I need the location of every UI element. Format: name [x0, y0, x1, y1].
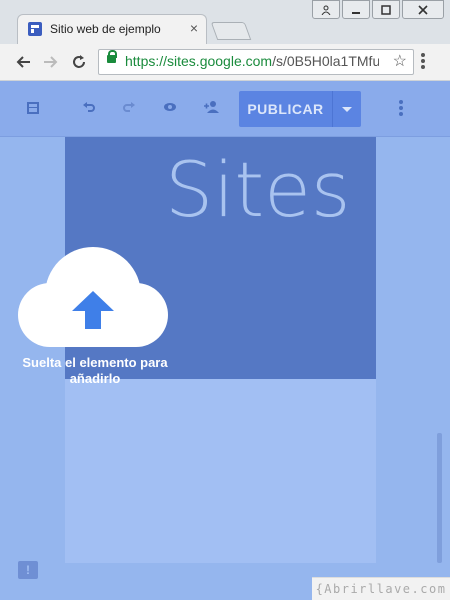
lock-icon	[107, 50, 117, 63]
window-controls	[312, 0, 444, 19]
url-path: /s/0B5H0la1TMfu	[272, 53, 379, 69]
url-text: https://sites.google.com/s/0B5H0la1TMfu	[125, 53, 379, 69]
title-bar: Sitio web de ejemplo ×	[0, 0, 450, 45]
address-bar[interactable]: https://sites.google.com/s/0B5H0la1TMfu …	[98, 49, 414, 75]
redo-icon[interactable]	[122, 100, 136, 117]
watermark: {Abrirllave.com	[312, 577, 450, 600]
publish-label[interactable]: PUBLICAR	[239, 91, 332, 127]
upload-arrow-icon	[72, 291, 114, 329]
close-icon[interactable]	[402, 0, 444, 19]
preview-icon[interactable]	[163, 100, 177, 117]
browser-tab[interactable]: Sitio web de ejemplo ×	[17, 14, 207, 45]
minimize-icon[interactable]	[342, 0, 370, 19]
tab-close-icon[interactable]: ×	[190, 20, 198, 36]
chrome-menu-icon[interactable]	[420, 52, 426, 75]
undo-icon[interactable]	[82, 100, 96, 117]
publish-dropdown-button[interactable]	[332, 91, 361, 127]
drop-hint-text: Suelta el elemento para añadirlo	[22, 355, 168, 386]
forward-icon[interactable]	[40, 51, 62, 73]
sites-favicon-icon	[28, 22, 42, 36]
sites-editor: PUBLICAR Sites Suelta el elemento para a…	[0, 81, 450, 600]
tab-title: Sitio web de ejemplo	[50, 22, 161, 36]
maximize-icon[interactable]	[372, 0, 400, 19]
publish-button[interactable]: PUBLICAR	[239, 91, 361, 127]
add-person-icon[interactable]	[203, 100, 219, 117]
url-host: https://sites.google.com	[125, 53, 273, 69]
new-tab-button[interactable]	[210, 22, 252, 40]
banner-title[interactable]: Sites	[165, 141, 351, 239]
sites-toolbar: PUBLICAR	[0, 81, 450, 137]
page-canvas[interactable]: Sites	[65, 137, 376, 563]
more-vert-icon[interactable]	[398, 99, 404, 122]
upload-cloud-icon	[18, 247, 168, 347]
scrollbar[interactable]	[437, 433, 442, 563]
back-icon[interactable]	[12, 51, 34, 73]
user-icon[interactable]	[312, 0, 340, 19]
layout-icon[interactable]	[27, 102, 39, 114]
chevron-down-icon	[342, 106, 352, 112]
reload-icon[interactable]	[68, 51, 90, 73]
bookmark-star-icon[interactable]: ☆	[393, 51, 407, 71]
browser-toolbar: https://sites.google.com/s/0B5H0la1TMfu …	[0, 44, 450, 81]
feedback-icon[interactable]: !	[18, 561, 38, 579]
